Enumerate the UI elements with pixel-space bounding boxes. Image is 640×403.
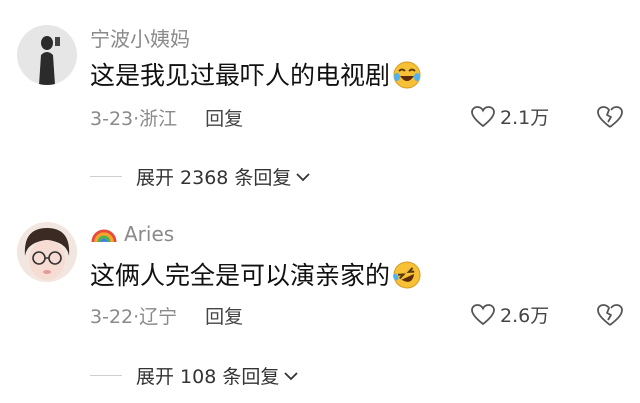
expand-replies-label: 展开 2368 条回复	[136, 167, 292, 189]
rainbow-icon	[91, 229, 117, 243]
avatar[interactable]	[17, 25, 77, 85]
rolling-laughing-emoji	[393, 261, 421, 289]
comment-date-location: 3-23·浙江	[90, 108, 178, 130]
chevron-down-icon	[284, 371, 298, 380]
expand-replies-button[interactable]: 展开 108 条回复	[90, 362, 299, 389]
broken-heart-icon[interactable]	[596, 302, 624, 328]
like-button[interactable]: 2.6万	[470, 301, 549, 328]
heart-icon	[471, 105, 495, 127]
avatar[interactable]	[17, 222, 77, 282]
username-label: Aries	[124, 222, 175, 246]
comment-meta: 3-23·浙江 回复	[90, 104, 243, 131]
reply-button[interactable]: 回复	[205, 306, 243, 328]
broken-heart-icon[interactable]	[596, 104, 624, 130]
comment-text-content: 这俩人完全是可以演亲家的	[90, 261, 391, 290]
divider	[90, 375, 122, 376]
chevron-down-icon	[296, 172, 311, 181]
username[interactable]: 宁波小姨妈	[90, 23, 190, 52]
reply-button[interactable]: 回复	[205, 108, 243, 130]
expand-replies-button[interactable]: 展开 2368 条回复	[90, 163, 311, 190]
comment-item: Aries 这俩人完全是可以演亲家的 3-22·辽宁 回复 2.6万 展开 108…	[0, 200, 640, 400]
like-count: 2.1万	[500, 107, 550, 129]
username[interactable]: Aries	[90, 222, 174, 246]
like-count: 2.6万	[500, 305, 550, 327]
crying-laughing-emoji	[393, 61, 421, 89]
comment-text: 这是我见过最吓人的电视剧	[90, 56, 422, 92]
comment-date-location: 3-22·辽宁	[90, 306, 178, 328]
divider	[90, 176, 122, 177]
expand-replies-label: 展开 108 条回复	[136, 366, 280, 388]
heart-icon	[471, 303, 495, 325]
comment-text: 这俩人完全是可以演亲家的	[90, 256, 422, 292]
comment-item: 宁波小姨妈 这是我见过最吓人的电视剧 3-23·浙江 回复 2.1万 展开 236…	[0, 0, 640, 200]
comment-text-content: 这是我见过最吓人的电视剧	[90, 61, 391, 90]
like-button[interactable]: 2.1万	[470, 103, 549, 130]
comment-meta: 3-22·辽宁 回复	[90, 302, 243, 329]
